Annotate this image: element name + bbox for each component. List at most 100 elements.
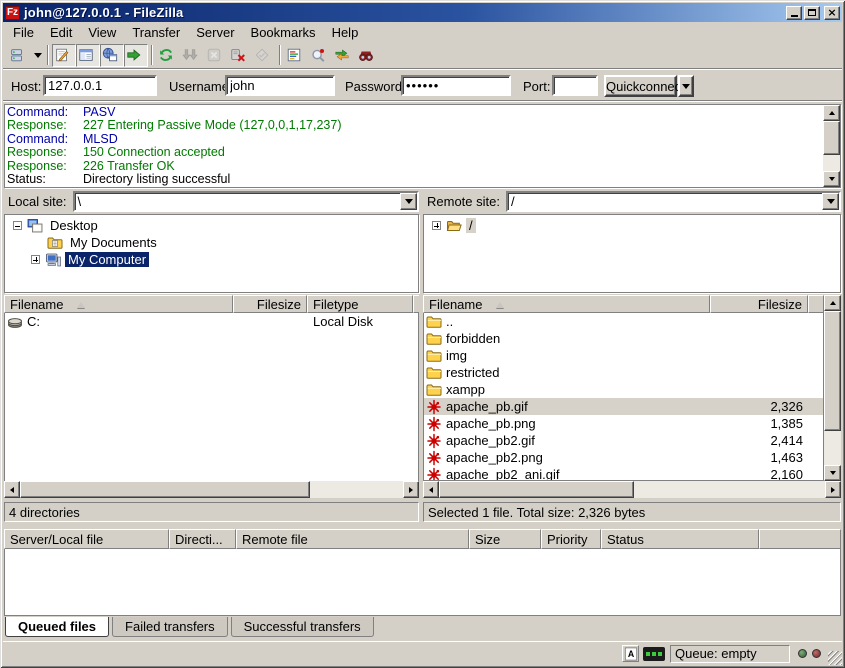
host-input[interactable] (43, 75, 157, 96)
collapse-icon[interactable] (13, 221, 22, 230)
find-files-button[interactable] (356, 44, 380, 67)
scroll-right-button[interactable] (825, 481, 841, 498)
remote-column-header-filename[interactable]: Filename (423, 295, 710, 313)
reconnect-button[interactable] (252, 44, 276, 67)
remote-site-combobox[interactable]: / (506, 191, 841, 212)
folder-icon (426, 348, 442, 364)
queue-column-header-priority[interactable]: Priority (541, 529, 601, 549)
remote-column-header-filesize[interactable]: Filesize (710, 295, 808, 313)
port-input[interactable] (552, 75, 598, 96)
cancel-operation-button[interactable] (204, 44, 228, 67)
disconnect-button[interactable] (228, 44, 252, 67)
remote-file-row[interactable]: apache_pb2_ani.gif2,160 (424, 466, 823, 481)
remote-file-row[interactable]: restricted (424, 364, 823, 381)
maximize-button[interactable] (804, 6, 820, 20)
resize-grip[interactable] (828, 651, 842, 665)
log-line-type: Command: (7, 133, 83, 146)
scroll-thumb[interactable] (439, 481, 634, 498)
local-tree-item-desktop[interactable]: Desktop (5, 217, 418, 234)
queue-column-header-remote-file[interactable]: Remote file (236, 529, 469, 549)
local-site-combobox[interactable]: \ (73, 191, 419, 212)
tab-queued-files[interactable]: Queued files (5, 617, 109, 637)
message-log-lines: Command:PASVResponse:227 Entering Passiv… (7, 106, 822, 186)
scroll-thumb[interactable] (824, 311, 841, 431)
scroll-left-button[interactable] (423, 481, 439, 498)
tab-successful-transfers[interactable]: Successful transfers (231, 617, 374, 637)
site-manager-button[interactable] (7, 44, 31, 67)
file-name-cell: forbidden (424, 331, 711, 347)
local-column-header-l[interactable]: L (413, 295, 419, 313)
remote-horizontal-scrollbar[interactable] (423, 481, 841, 498)
speed-limit-icon[interactable] (643, 647, 665, 661)
folder-icon (426, 382, 442, 398)
local-file-row[interactable]: C:Local Disk (5, 313, 418, 330)
title-bar[interactable]: Fz john@127.0.0.1 - FileZilla × (3, 3, 842, 22)
remote-vertical-scrollbar[interactable] (824, 295, 841, 481)
log-vertical-scrollbar[interactable] (823, 105, 840, 187)
scroll-up-button[interactable] (824, 295, 841, 311)
quickconnect-button[interactable]: Quickconnect (604, 75, 677, 97)
local-column-header-filetype[interactable]: Filetype (307, 295, 413, 313)
tab-failed-transfers[interactable]: Failed transfers (112, 617, 228, 637)
scroll-right-button[interactable] (403, 481, 419, 498)
queue-column-header-status[interactable]: Status (601, 529, 759, 549)
remote-file-row[interactable]: img (424, 347, 823, 364)
expand-icon[interactable] (432, 221, 441, 230)
close-button[interactable]: × (824, 6, 840, 20)
process-queue-button[interactable] (180, 44, 204, 67)
expand-icon[interactable] (31, 255, 40, 264)
menu-edit[interactable]: Edit (42, 23, 80, 42)
filename-label: apache_pb2.png (446, 450, 543, 465)
quickconnect-dropdown-button[interactable] (678, 75, 694, 97)
directory-filter-button[interactable] (284, 44, 308, 67)
menu-help[interactable]: Help (324, 23, 367, 42)
ascii-data-type-icon[interactable]: A (622, 645, 639, 662)
local-column-header-filename[interactable]: Filename (4, 295, 233, 313)
scroll-down-button[interactable] (824, 465, 841, 481)
remote-file-row[interactable]: .. (424, 313, 823, 330)
remote-file-row[interactable]: xampp (424, 381, 823, 398)
minimize-button[interactable] (786, 6, 802, 20)
queue-column-header-directi[interactable]: Directi... (169, 529, 236, 549)
local-site-dropdown-button[interactable] (400, 193, 417, 210)
local-tree-item-my-computer[interactable]: My Computer (5, 251, 418, 268)
remote-file-row[interactable]: forbidden (424, 330, 823, 347)
local-tree-item-my-documents[interactable]: My Documents (5, 234, 418, 251)
scroll-up-button[interactable] (823, 105, 840, 121)
toggle-local-tree-button[interactable] (76, 44, 100, 67)
scroll-thumb[interactable] (823, 121, 840, 155)
remote-file-row[interactable]: apache_pb.gif2,326 (424, 398, 823, 415)
menu-server[interactable]: Server (188, 23, 242, 42)
local-horizontal-scrollbar[interactable] (4, 481, 419, 498)
scroll-left-button[interactable] (4, 481, 20, 498)
directory-comparison-button[interactable] (308, 44, 332, 67)
queue-column-header-size[interactable]: Size (469, 529, 541, 549)
menu-bookmarks[interactable]: Bookmarks (243, 23, 324, 42)
synchronized-browsing-button[interactable] (332, 44, 356, 67)
toggle-transfer-queue-button[interactable] (124, 44, 148, 67)
site-manager-dropdown-button[interactable] (31, 44, 44, 67)
username-input[interactable] (225, 75, 335, 96)
local-pane: Local site: \ DesktopMy DocumentsMy Comp… (4, 191, 419, 523)
menu-transfer[interactable]: Transfer (124, 23, 188, 42)
toggle-message-log-button[interactable] (52, 44, 76, 67)
password-input[interactable] (401, 75, 511, 96)
local-column-header-filesize[interactable]: Filesize (233, 295, 307, 313)
toolbar (3, 42, 842, 69)
sort-ascending-icon (496, 302, 504, 308)
remote-file-row[interactable]: apache_pb.png1,385 (424, 415, 823, 432)
remote-file-row[interactable]: apache_pb2.png1,463 (424, 449, 823, 466)
desktop-icon (27, 218, 43, 234)
app-icon: Fz (5, 6, 20, 20)
remote-site-dropdown-button[interactable] (822, 193, 839, 210)
remote-file-row[interactable]: apache_pb2.gif2,414 (424, 432, 823, 449)
menu-file[interactable]: File (5, 23, 42, 42)
menu-view[interactable]: View (80, 23, 124, 42)
toggle-remote-tree-button[interactable] (100, 44, 124, 67)
image-file-icon (426, 467, 442, 482)
scroll-thumb[interactable] (20, 481, 310, 498)
queue-column-header-server-local-file[interactable]: Server/Local file (4, 529, 169, 549)
refresh-button[interactable] (156, 44, 180, 67)
remote-tree-item-item[interactable]: / (424, 217, 840, 234)
scroll-down-button[interactable] (823, 171, 840, 187)
